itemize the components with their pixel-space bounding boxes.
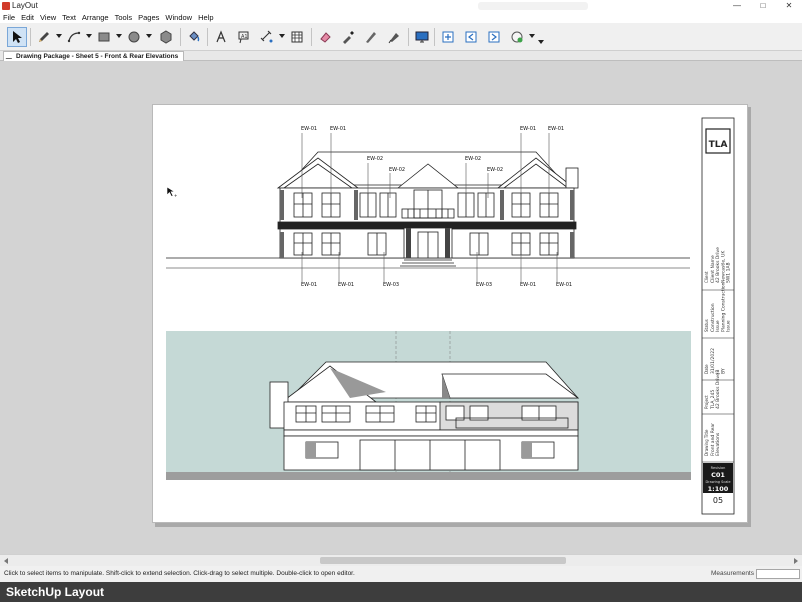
scale-label: Drawing Scale	[705, 480, 730, 484]
status-hint: Click to select items to manipulate. Shi…	[4, 570, 355, 577]
annotation-top-3: EW-02	[367, 156, 383, 162]
scroll-right-arrow-icon[interactable]	[794, 558, 798, 564]
layout-window: LayOut — □ ✕ File Edit View Text Arrange…	[0, 0, 802, 602]
scrollbar-thumb[interactable]	[320, 557, 566, 564]
date-label: Date	[704, 364, 709, 374]
horizontal-scrollbar[interactable]	[0, 554, 802, 566]
annotation-bottom-1: EW-01	[301, 282, 317, 288]
revision-label: Revision	[711, 466, 726, 470]
rear-lower-left-window-shade	[306, 442, 316, 458]
annotation-bottom-4: EW-03	[476, 282, 492, 288]
annotation-top-8: EW-01	[548, 126, 564, 132]
client-label: Client	[704, 271, 709, 283]
scroll-left-arrow-icon[interactable]	[4, 558, 8, 564]
sheet-number: 05	[713, 496, 723, 505]
annotation-top-4: EW-02	[389, 167, 405, 173]
project-label: Project	[704, 395, 709, 409]
scale-value: 1:100	[708, 485, 729, 493]
front-steps	[400, 259, 456, 267]
annotation-bottom-6: EW-01	[556, 282, 572, 288]
revision-value: C01	[711, 471, 725, 479]
annotation-top-2: EW-01	[330, 126, 346, 132]
svg-text:+: +	[174, 193, 177, 198]
front-chimney	[565, 167, 579, 189]
title-block[interactable]: TLA Client Client Name42 Brooks DriveNew…	[701, 117, 735, 515]
status-label: Status	[704, 319, 709, 332]
annotation-bottom-3: EW-03	[383, 282, 399, 288]
annotation-bottom-2: EW-01	[338, 282, 354, 288]
annotation-top-1: EW-01	[301, 126, 317, 132]
annotation-top-6: EW-02	[487, 167, 503, 173]
measurements-label: Measurements	[711, 570, 754, 577]
bottom-caption: SketchUp Layout	[0, 582, 802, 602]
sheet-drawing: EW-01 EW-01 EW-02 EW-02 EW-02 EW-02 EW-0…	[166, 117, 735, 515]
annotation-top-5: EW-02	[465, 156, 481, 162]
mouse-cursor-icon: +	[166, 186, 177, 198]
front-elevation[interactable]	[166, 133, 690, 282]
tla-logo-text: TLA	[709, 140, 728, 150]
rear-floor-band	[283, 429, 579, 437]
annotation-top-7: EW-01	[520, 126, 536, 132]
rear-elevation[interactable]	[166, 331, 691, 480]
rear-lower-right-window-shade	[522, 442, 532, 458]
drawing-title-label: Drawing Title	[704, 429, 709, 456]
status-bar: Click to select items to manipulate. Shi…	[0, 566, 802, 582]
annotation-bottom-5: EW-01	[520, 282, 536, 288]
measurements-input[interactable]	[756, 569, 800, 579]
rear-ground	[166, 472, 691, 480]
